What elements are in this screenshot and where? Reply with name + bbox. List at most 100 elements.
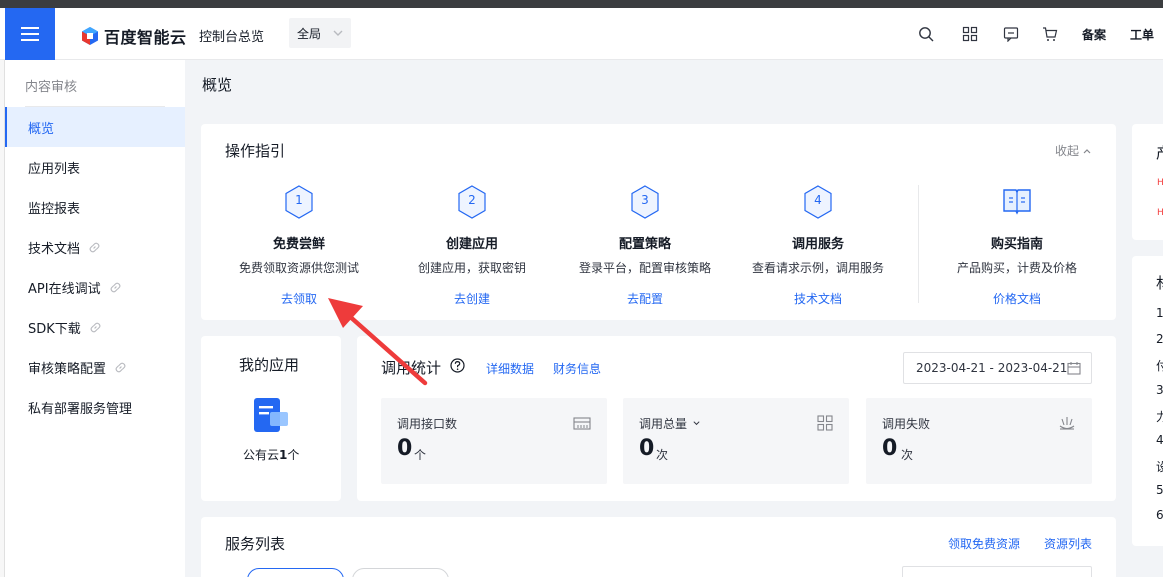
- right-news-card: [1132, 256, 1163, 546]
- guide-separator: [918, 185, 919, 303]
- beian-link[interactable]: 备案: [1082, 26, 1106, 43]
- failure-icon: [1059, 417, 1075, 430]
- stat-total-calls: 调用总量 0 次: [623, 398, 849, 484]
- step-desc: 免费领取资源供您测试: [238, 261, 359, 275]
- stat-value: 0: [882, 436, 898, 461]
- detail-data-link[interactable]: 详细数据: [486, 360, 534, 377]
- help-icon[interactable]: [450, 358, 465, 373]
- chevron-down-icon: [333, 30, 343, 36]
- step-link[interactable]: 技术文档: [733, 290, 903, 307]
- baidu-cloud-logo[interactable]: 百度智能云: [80, 24, 187, 48]
- service-tab-active[interactable]: [247, 568, 344, 577]
- sidebar-title: 内容审核: [25, 80, 78, 95]
- ticket-link[interactable]: 工单: [1130, 26, 1154, 43]
- step-desc: 创建应用，获取密钥: [417, 261, 526, 275]
- sidebar-item[interactable]: 应用列表: [5, 147, 185, 187]
- right-card-title: 产: [1156, 142, 1163, 163]
- date-range-picker[interactable]: 2023-04-21 - 2023-04-21: [903, 352, 1092, 384]
- right-list-item[interactable]: 2: [1156, 332, 1163, 346]
- right-list-item[interactable]: 1: [1156, 306, 1163, 320]
- sidebar-item-label: 私有部署服务管理: [28, 401, 133, 417]
- sidebar: 内容审核 概览应用列表监控报表技术文档 API在线调试 SDK下载审核策略配置私有部…: [5, 60, 185, 577]
- right-list-item[interactable]: 力: [1156, 408, 1163, 425]
- console-overview-link[interactable]: 控制台总览: [199, 26, 264, 45]
- step-number: 2: [468, 193, 476, 207]
- right-list-item[interactable]: 5: [1156, 483, 1163, 497]
- guide-step: 2 创建应用 创建应用，获取密钥 去创建: [387, 185, 557, 307]
- external-link-icon: [89, 242, 100, 252]
- cart-icon[interactable]: [1042, 26, 1058, 42]
- step-number-hexagon: 4: [803, 185, 833, 219]
- message-icon[interactable]: [1003, 26, 1019, 42]
- app-count-suffix: 个: [287, 448, 300, 462]
- sidebar-item-label: SDK下载: [28, 321, 81, 337]
- step-number: 4: [814, 193, 822, 207]
- sidebar-item-label: 概览: [28, 121, 55, 137]
- external-link-icon: [115, 362, 126, 372]
- service-tab[interactable]: [352, 568, 449, 577]
- right-list-item[interactable]: 付: [1156, 357, 1163, 374]
- sidebar-item-label: 应用列表: [28, 161, 81, 177]
- book-icon: [1003, 189, 1031, 215]
- stat-label-text: 调用接口数: [397, 417, 458, 431]
- collapse-label: 收起: [1055, 144, 1080, 158]
- public-cloud-app-count: 公有云1个: [243, 446, 299, 463]
- sidebar-item[interactable]: 监控报表: [5, 187, 185, 227]
- sidebar-item-label: 审核策略配置: [28, 361, 107, 377]
- region-value: 全局: [297, 26, 322, 41]
- hamburger-menu-button[interactable]: [5, 8, 55, 60]
- step-number-hexagon: 3: [630, 185, 660, 219]
- guide-step: 1 免费尝鲜 免费领取资源供您测试 去领取: [214, 185, 384, 307]
- logo-icon: [82, 27, 98, 45]
- stat-api-count: 调用接口数 0 个: [381, 398, 607, 484]
- chevron-up-icon: [1083, 148, 1091, 153]
- stat-label-text: 调用失败: [882, 417, 931, 431]
- step-number-hexagon: 2: [457, 185, 487, 219]
- sidebar-item[interactable]: 概览: [5, 107, 185, 147]
- apps-grid-icon[interactable]: [962, 26, 978, 42]
- step-title: 创建应用: [445, 237, 498, 252]
- search-icon[interactable]: [918, 26, 934, 42]
- sidebar-item[interactable]: 技术文档: [5, 227, 185, 267]
- right-list-item[interactable]: 4: [1156, 433, 1163, 447]
- claim-free-resource-link[interactable]: 领取免费资源: [948, 535, 1020, 552]
- right-list-item[interactable]: 设: [1156, 458, 1163, 475]
- stat-label: 调用失败: [882, 415, 930, 432]
- stat-unit: 次: [656, 448, 669, 462]
- purchase-guide-title: 购买指南: [990, 237, 1043, 252]
- service-list-title: 服务列表: [225, 535, 286, 553]
- hot-badge: H: [1157, 208, 1163, 218]
- stat-label[interactable]: 调用总量: [639, 415, 701, 432]
- sidebar-item-label: 监控报表: [28, 201, 81, 217]
- window-top-strip: [0, 0, 1163, 8]
- finance-info-link[interactable]: 财务信息: [553, 360, 601, 377]
- stat-value: 0: [397, 436, 413, 461]
- app-icon[interactable]: [254, 398, 290, 434]
- right-card2-title: 林: [1156, 272, 1163, 293]
- calendar-icon: [1067, 362, 1081, 375]
- stat-failed-calls: 调用失败 0 次: [866, 398, 1092, 484]
- price-doc-link[interactable]: 价格文档: [932, 290, 1102, 307]
- collapse-button[interactable]: 收起: [1055, 142, 1092, 159]
- sidebar-item[interactable]: API在线调试: [5, 267, 185, 307]
- sidebar-item[interactable]: SDK下载: [5, 307, 185, 347]
- menu-icon: [21, 27, 39, 41]
- resource-list-link[interactable]: 资源列表: [1044, 535, 1092, 552]
- step-link[interactable]: 去配置: [560, 290, 730, 307]
- right-list-item[interactable]: 6: [1156, 508, 1163, 522]
- sidebar-item-label: API在线调试: [28, 281, 101, 297]
- service-search-input[interactable]: [902, 566, 1092, 577]
- right-list-item[interactable]: 3: [1156, 383, 1163, 397]
- sidebar-item[interactable]: 私有部署服务管理: [5, 387, 185, 427]
- api-interface-icon: [573, 417, 591, 430]
- region-select[interactable]: 全局: [289, 18, 351, 48]
- step-number: 3: [641, 193, 649, 207]
- my-apps-title: 我的应用: [239, 356, 300, 374]
- step-title: 调用服务: [791, 237, 844, 252]
- date-range-value: 2023-04-21 - 2023-04-21: [916, 361, 1068, 375]
- stat-unit: 个: [414, 448, 427, 462]
- step-title: 配置策略: [618, 237, 671, 252]
- grid-icon: [817, 415, 833, 431]
- step-desc: 登录平台，配置审核策略: [578, 261, 711, 275]
- sidebar-item[interactable]: 审核策略配置: [5, 347, 185, 387]
